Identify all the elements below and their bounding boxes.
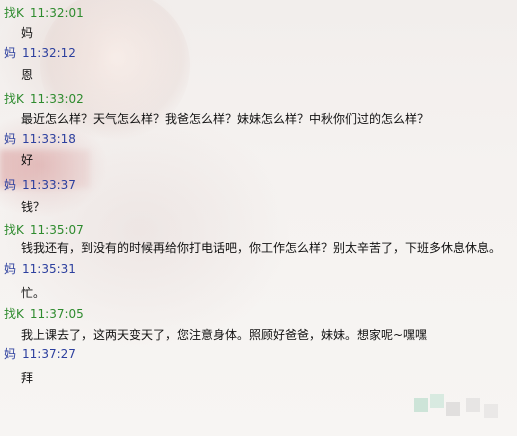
sender-name: 找K (4, 307, 24, 321)
sender-name: 妈 (4, 347, 17, 361)
message-header: 妈 11:33:37 (4, 177, 76, 193)
message-text: 钱？ (21, 200, 46, 214)
message-header: 妈 11:35:31 (4, 261, 76, 277)
message-text: 妈 (21, 26, 34, 40)
message-text: 好 (21, 153, 34, 167)
message-header: 找K 11:37:05 (4, 306, 84, 322)
message-time: 11:37:27 (22, 347, 76, 361)
watermark-logo (414, 394, 504, 424)
message-header: 妈 11:32:12 (4, 45, 76, 61)
message-time: 11:35:07 (29, 223, 84, 237)
message-text: 我上课去了，这两天变天了，您注意身体。照顾好爸爸，妹妹。想家呢~嘿嘿 (21, 328, 428, 342)
message-time: 11:33:02 (29, 92, 84, 106)
sender-name: 找K (4, 92, 24, 106)
message-time: 11:33:18 (22, 132, 76, 146)
message-text: 拜 (21, 371, 34, 385)
message-text: 钱我还有，到没有的时候再给你打电话吧，你工作怎么样？别太辛苦了，下班多休息休息。 (21, 241, 502, 255)
sender-name: 找K (4, 6, 24, 20)
message-header: 找K 11:35:07 (4, 222, 84, 238)
message-time: 11:32:12 (22, 46, 76, 60)
sender-name: 妈 (4, 178, 17, 192)
sender-name: 妈 (4, 46, 17, 60)
message-header: 妈 11:33:18 (4, 131, 76, 147)
sender-name: 找K (4, 223, 24, 237)
message-header: 找K 11:33:02 (4, 91, 84, 107)
message-text: 恩 (21, 68, 34, 82)
message-time: 11:35:31 (22, 262, 76, 276)
message-header: 找K 11:32:01 (4, 5, 84, 21)
message-time: 11:37:05 (29, 307, 84, 321)
message-text: 忙。 (21, 286, 46, 300)
message-time: 11:32:01 (29, 6, 84, 20)
message-header: 妈 11:37:27 (4, 346, 76, 362)
sender-name: 妈 (4, 132, 17, 146)
message-time: 11:33:37 (22, 178, 76, 192)
sender-name: 妈 (4, 262, 17, 276)
message-text: 最近怎么样？天气怎么样？我爸怎么样？妹妹怎么样？中秋你们过的怎么样？ (21, 112, 430, 126)
